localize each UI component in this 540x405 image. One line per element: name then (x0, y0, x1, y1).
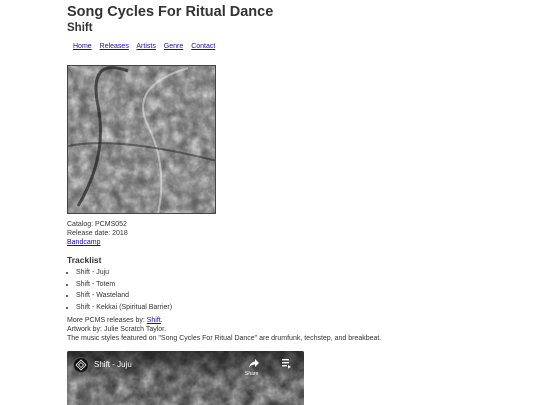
more-info: More PCMS releases by: Shift. Artwork by… (67, 316, 381, 343)
page-title: Song Cycles For Ritual Dance (67, 4, 274, 20)
catalog-number: Catalog: PCMS052 (67, 221, 127, 228)
nav-contact-link[interactable]: Contact (191, 43, 215, 50)
more-icon[interactable] (280, 357, 292, 371)
more-releases-prefix: More PCMS releases by: (67, 317, 147, 324)
track-item: Shift - Juju (76, 267, 172, 279)
album-cover (67, 65, 216, 214)
video-title[interactable]: Shift - Juju (94, 360, 132, 369)
video-embed[interactable]: Shift - Juju Share (67, 351, 304, 405)
share-label[interactable]: Share (245, 371, 258, 377)
nav-genre-link[interactable]: Genre (164, 43, 183, 50)
music-styles: The music styles featured on "Song Cycle… (67, 335, 382, 342)
album-cover-image (68, 66, 215, 213)
release-meta: Catalog: PCMS052 Release date: 2018 Band… (67, 220, 128, 247)
track-item: Shift - Totem (76, 279, 172, 291)
more-releases-suffix: . (160, 317, 163, 324)
page: Song Cycles For Ritual Dance Shift Home … (0, 0, 540, 405)
more-releases-line: More PCMS releases by: Shift. (67, 316, 381, 325)
nav-releases-link[interactable]: Releases (100, 43, 129, 50)
artwork-credit: Artwork by: Julie Scratch Taylor. (67, 326, 167, 333)
track-item: Shift - Wasteland (76, 290, 172, 302)
tracklist-heading: Tracklist (67, 255, 102, 265)
artist-subtitle: Shift (67, 22, 93, 34)
main-nav: Home Releases Artists Genre Contact (73, 43, 221, 50)
channel-logo-icon[interactable] (73, 357, 89, 373)
track-item: Shift - Kekkai (Spiritual Barrier) (76, 302, 172, 314)
nav-artists-link[interactable]: Artists (136, 43, 155, 50)
bandcamp-link[interactable]: Bandcamp (67, 239, 100, 246)
tracklist: Shift - Juju Shift - Totem Shift - Waste… (67, 267, 172, 313)
share-icon[interactable] (248, 357, 260, 371)
more-releases-artist-link[interactable]: Shift (147, 317, 161, 324)
nav-home-link[interactable]: Home (73, 43, 92, 50)
release-date: Release date: 2018 (67, 230, 128, 237)
